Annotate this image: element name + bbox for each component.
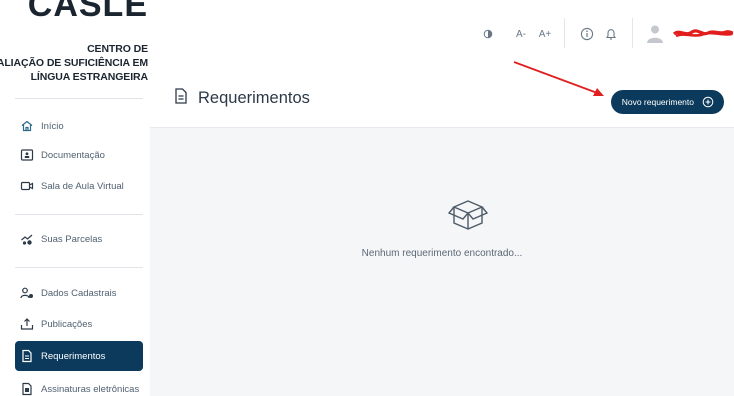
new-request-label: Novo requerimento xyxy=(621,97,694,107)
coins-icon xyxy=(20,232,34,246)
id-card-icon xyxy=(20,148,34,162)
sidebar-item-label: Documentação xyxy=(41,149,105,161)
sidebar-item-publicacoes[interactable]: Publicações xyxy=(15,309,143,339)
sidebar: CASLE CENTRO DE AVALIAÇÃO DE SUFICIÊNCIA… xyxy=(0,0,150,396)
sidebar-item-documentacao[interactable]: Documentação xyxy=(15,140,143,170)
video-icon xyxy=(20,179,34,193)
contrast-icon[interactable] xyxy=(480,24,496,44)
sidebar-divider xyxy=(15,267,143,268)
sidebar-item-label: Dados Cadastrais xyxy=(41,287,117,299)
document-icon xyxy=(20,349,34,363)
user-icon[interactable] xyxy=(644,22,666,46)
empty-box-icon xyxy=(446,193,490,238)
home-icon xyxy=(20,119,34,133)
font-increase-button[interactable]: A+ xyxy=(536,24,554,44)
sidebar-item-label: Início xyxy=(41,120,64,132)
sidebar-item-requerimentos[interactable]: Requerimentos xyxy=(15,341,143,371)
page-header: Requerimentos Novo requerimento xyxy=(150,72,734,128)
sidebar-item-inicio[interactable]: Início xyxy=(15,111,143,141)
font-decrease-button[interactable]: A- xyxy=(512,24,530,44)
sidebar-item-label: Requerimentos xyxy=(41,350,106,362)
empty-state-text: Nenhum requerimento encontrado... xyxy=(361,248,523,259)
sidebar-divider xyxy=(15,214,143,215)
user-settings-icon xyxy=(20,286,34,300)
upload-icon xyxy=(20,317,34,331)
document-icon xyxy=(174,88,188,109)
bell-icon[interactable] xyxy=(602,24,620,44)
logo: CASLE CENTRO DE AVALIAÇÃO DE SUFICIÊNCIA… xyxy=(0,0,150,100)
sidebar-item-label: Publicações xyxy=(41,318,93,330)
page-title: Requerimentos xyxy=(198,89,310,107)
logo-line-1: CENTRO DE xyxy=(87,43,148,55)
main-content: Nenhum requerimento encontrado... xyxy=(150,128,734,396)
new-request-button[interactable]: Novo requerimento xyxy=(610,90,724,114)
toolbar-separator xyxy=(632,18,633,48)
page-title-wrap: Requerimentos xyxy=(174,88,310,109)
info-icon[interactable] xyxy=(578,24,596,44)
sidebar-item-sala-de-aula[interactable]: Sala de Aula Virtual xyxy=(15,171,143,201)
signature-icon xyxy=(20,382,34,396)
logo-mark: CASLE xyxy=(27,0,148,24)
redacted-username[interactable] xyxy=(672,27,734,39)
logo-line-3: LÍNGUA ESTRANGEIRA xyxy=(30,71,149,83)
sidebar-item-label: Assinaturas eletrônicas xyxy=(41,383,140,395)
logo-line-2: AVALIAÇÃO DE SUFICIÊNCIA EM xyxy=(0,57,148,69)
sidebar-item-label: Sala de Aula Virtual xyxy=(41,180,124,192)
sidebar-divider xyxy=(15,98,143,99)
topbar: A- A+ xyxy=(150,0,734,72)
sidebar-item-label: Suas Parcelas xyxy=(41,233,103,245)
sidebar-item-suas-parcelas[interactable]: Suas Parcelas xyxy=(15,224,143,254)
sidebar-item-dados-cadastrais[interactable]: Dados Cadastrais xyxy=(15,278,143,308)
sidebar-item-assinaturas[interactable]: Assinaturas eletrônicas xyxy=(15,374,143,396)
toolbar-separator xyxy=(564,18,565,48)
plus-circle-icon xyxy=(702,96,714,108)
